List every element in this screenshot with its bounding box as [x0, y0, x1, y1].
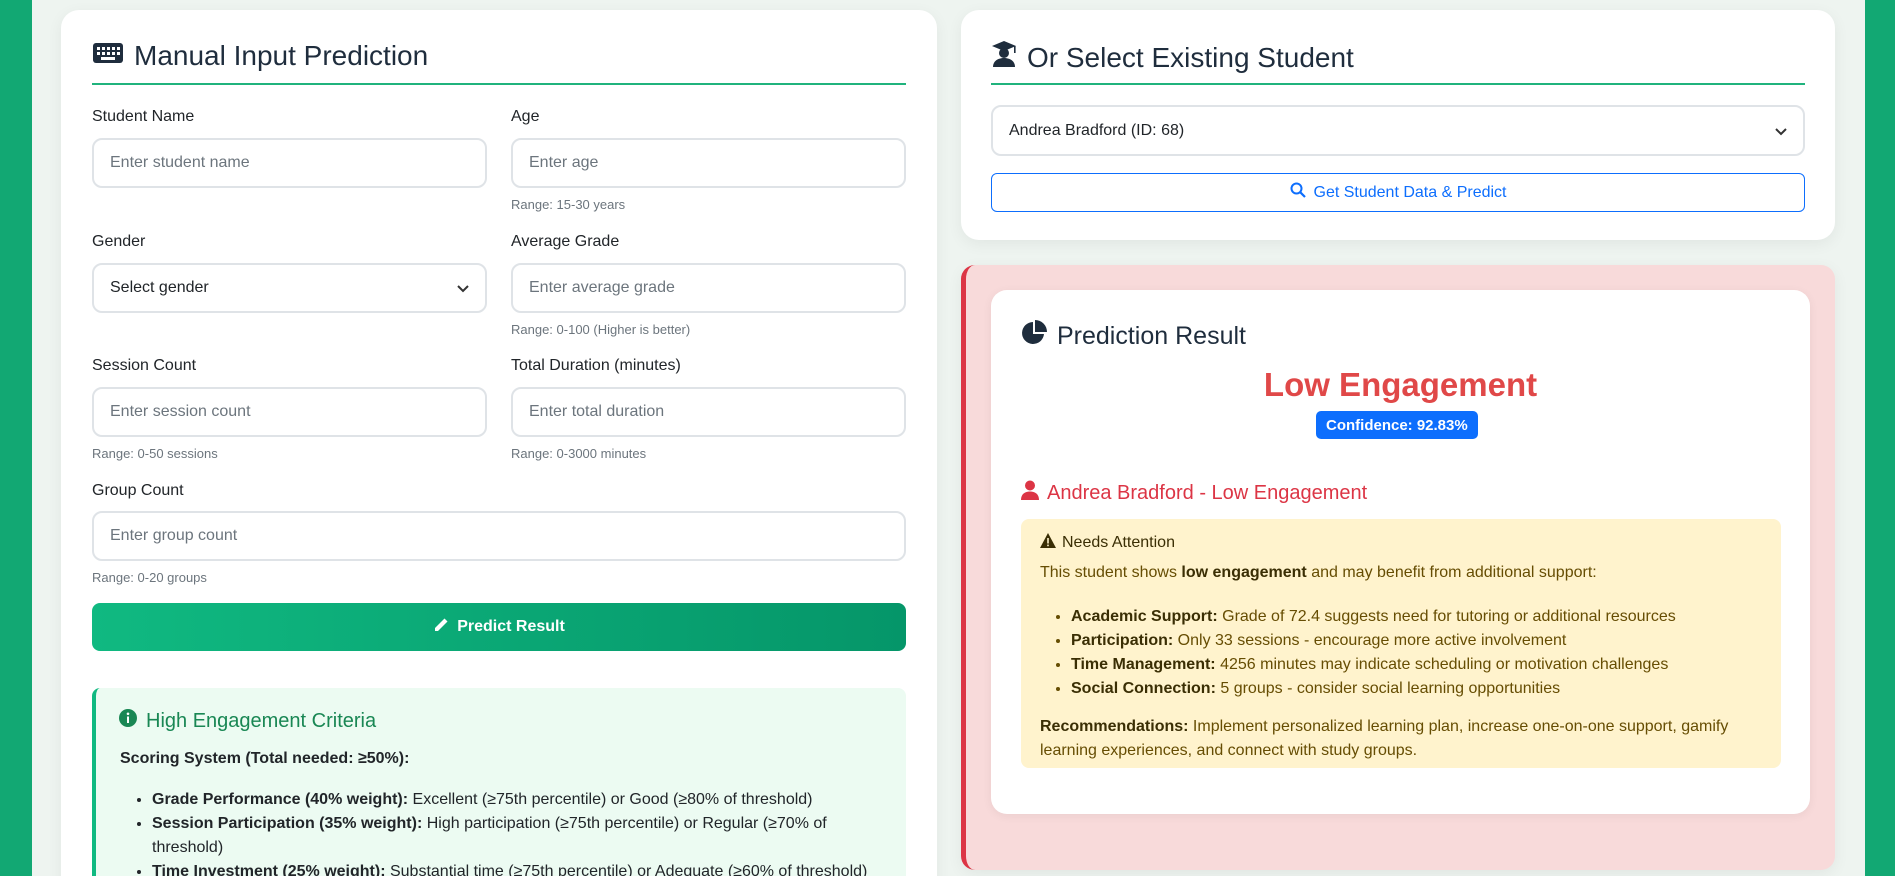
graduate-icon [991, 40, 1017, 75]
prediction-result-title-text: Prediction Result [1057, 322, 1246, 350]
list-item: Grade Performance (40% weight): Excellen… [152, 788, 892, 812]
chevron-down-icon [1775, 123, 1787, 139]
gender-select[interactable]: Select gender [92, 263, 487, 313]
attention-item-text: Only 33 sessions - encourage more active… [1173, 632, 1567, 649]
criteria-item-label: Grade Performance (40% weight): [152, 791, 409, 808]
recommendations-label: Recommendations: [1040, 718, 1189, 735]
criteria-item-label: Time Investment (25% weight): [152, 863, 386, 876]
attention-item-text: 5 groups - consider social learning oppo… [1215, 680, 1561, 697]
needs-attention-heading: Needs Attention [1040, 533, 1175, 553]
attention-item-label: Participation: [1071, 632, 1174, 649]
high-engagement-criteria: High Engagement Criteria Scoring System … [92, 688, 906, 876]
student-select-value: Andrea Bradford (ID: 68) [1009, 121, 1185, 139]
list-item: Time Management: 4256 minutes may indica… [1071, 653, 1676, 677]
group-count-hint: Range: 0-20 groups [92, 570, 207, 585]
get-student-data-button[interactable]: Get Student Data & Predict [991, 173, 1805, 212]
info-circle-icon [118, 708, 138, 734]
total-duration-hint: Range: 0-3000 minutes [511, 446, 647, 461]
list-item: Academic Support: Grade of 72.4 suggests… [1071, 605, 1676, 629]
prediction-value: Low Engagement [1263, 366, 1538, 403]
predict-button[interactable]: Predict Result [92, 603, 906, 651]
chevron-down-icon [457, 280, 469, 296]
gender-select-value: Select gender [110, 279, 209, 296]
student-name-label: Student Name [92, 108, 195, 125]
title-divider [92, 83, 906, 85]
attention-intro-bold: low engagement [1181, 564, 1307, 581]
select-student-title-text: Or Select Existing Student [1027, 41, 1354, 73]
total-duration-label: Total Duration (minutes) [511, 357, 681, 374]
attention-item-text: 4256 minutes may indicate scheduling or … [1215, 656, 1669, 673]
average-grade-hint: Range: 0-100 (Higher is better) [511, 322, 691, 337]
predict-button-label: Predict Result [457, 618, 565, 635]
list-item: Session Participation (35% weight): High… [152, 812, 892, 860]
user-icon [1021, 480, 1039, 506]
select-student-title: Or Select Existing Student [991, 40, 1354, 75]
session-count-hint: Range: 0-50 sessions [92, 446, 218, 461]
attention-list: Academic Support: Grade of 72.4 suggests… [1071, 605, 1676, 701]
criteria-item-text: Substantial time (≥75th percentile) or A… [385, 863, 868, 876]
student-select[interactable]: Andrea Bradford (ID: 68) [991, 105, 1805, 156]
pencil-icon [433, 617, 449, 638]
criteria-subtitle: Scoring System (Total needed: ≥50%): [120, 750, 410, 767]
criteria-title: High Engagement Criteria [118, 708, 376, 734]
total-duration-input[interactable]: Enter total duration [511, 387, 906, 437]
group-count-label: Group Count [92, 482, 184, 499]
age-label: Age [511, 108, 540, 125]
get-student-data-label: Get Student Data & Predict [1313, 183, 1507, 201]
manual-input-title-text: Manual Input Prediction [134, 40, 429, 71]
criteria-item-label: Session Participation (35% weight): [152, 815, 423, 832]
prediction-result-panel: Prediction Result Low Engagement Confide… [991, 290, 1810, 814]
confidence-badge: Confidence: 92.83% [1316, 411, 1478, 439]
needs-attention-heading-text: Needs Attention [1062, 534, 1175, 551]
criteria-item-text: Excellent (≥75th percentile) or Good (≥8… [408, 791, 813, 808]
criteria-list: Grade Performance (40% weight): Excellen… [152, 788, 892, 876]
session-count-label: Session Count [92, 357, 197, 374]
group-count-input[interactable]: Enter group count [92, 511, 906, 561]
list-item: Time Investment (25% weight): Substantia… [152, 860, 892, 876]
gender-label: Gender [92, 233, 146, 250]
search-icon [1290, 182, 1306, 203]
age-hint: Range: 15-30 years [511, 197, 626, 212]
attention-item-label: Social Connection: [1071, 680, 1216, 697]
needs-attention-alert: Needs Attention This student shows low e… [1021, 519, 1781, 768]
student-name-input[interactable]: Enter student name [92, 138, 487, 188]
keyboard-icon [92, 40, 124, 72]
student-result-heading: Andrea Bradford - Low Engagement [1021, 480, 1367, 506]
student-result-heading-text: Andrea Bradford - Low Engagement [1047, 481, 1368, 504]
attention-intro-pre: This student shows [1040, 564, 1182, 581]
prediction-result-title: Prediction Result [1021, 320, 1246, 353]
session-count-input[interactable]: Enter session count [92, 387, 487, 437]
attention-intro-post: and may benefit from additional support: [1306, 564, 1597, 581]
manual-input-title: Manual Input Prediction [92, 40, 428, 72]
attention-intro: This student shows low engagement and ma… [1040, 564, 1597, 582]
title-divider [991, 83, 1805, 85]
warning-icon [1040, 533, 1056, 553]
age-input[interactable]: Enter age [511, 138, 906, 188]
average-grade-input[interactable]: Enter average grade [511, 263, 906, 313]
average-grade-label: Average Grade [511, 233, 620, 250]
list-item: Social Connection: 5 groups - consider s… [1071, 677, 1676, 701]
list-item: Participation: Only 33 sessions - encour… [1071, 629, 1676, 653]
attention-item-label: Academic Support: [1071, 608, 1218, 625]
attention-item-text: Grade of 72.4 suggests need for tutoring… [1217, 608, 1676, 625]
pie-chart-icon [1021, 320, 1047, 353]
criteria-title-text: High Engagement Criteria [146, 709, 377, 732]
attention-item-label: Time Management: [1071, 656, 1216, 673]
recommendations: Recommendations: Implement personalized … [1040, 715, 1765, 763]
